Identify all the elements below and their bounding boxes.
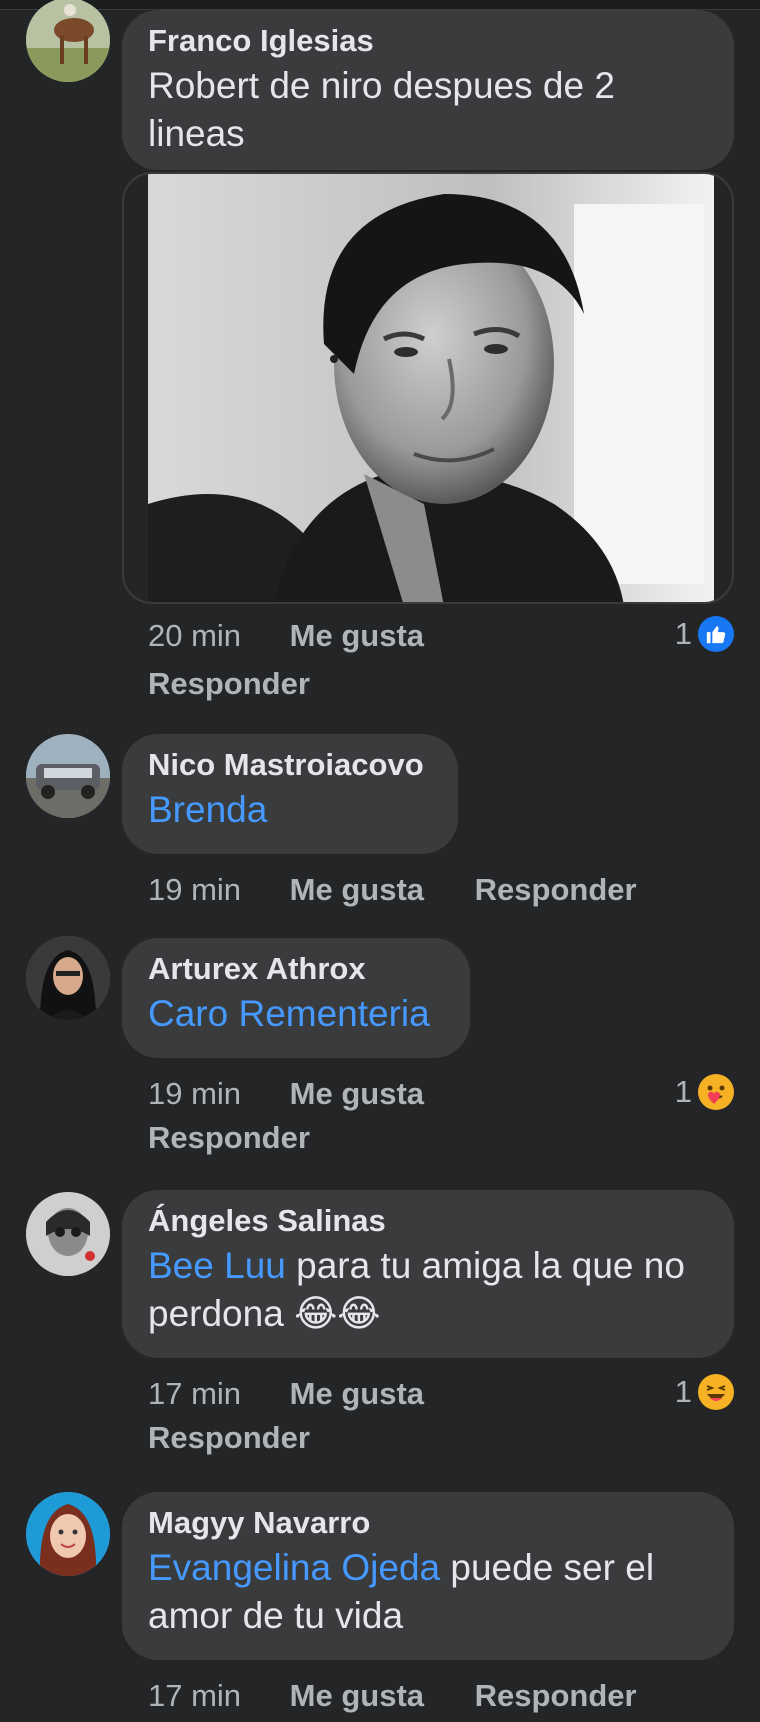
comment-text: Bee Luu para tu amiga la que no perdona … [148, 1242, 708, 1338]
top-divider [0, 0, 760, 10]
avatar-image [26, 1492, 110, 1576]
reaction-summary[interactable]: 1 [675, 1074, 734, 1110]
mention-link[interactable]: Evangelina Ojeda [148, 1547, 440, 1588]
avatar-image [26, 936, 110, 1020]
comment-time[interactable]: 19 min [148, 1072, 241, 1116]
avatar-image [26, 1192, 110, 1276]
reply-button[interactable]: Responder [148, 1116, 310, 1160]
like-button[interactable]: Me gusta [290, 868, 424, 912]
comment-actions: 17 min Me gusta Responder [148, 1674, 637, 1718]
comment-bubble: Nico Mastroiacovo Brenda [122, 734, 458, 854]
comment-actions: 17 min Me gusta Responder [148, 1372, 608, 1460]
avatar-image [26, 734, 110, 818]
avatar-arturex[interactable] [26, 936, 110, 1020]
comment-time[interactable]: 17 min [148, 1674, 241, 1718]
reply-button[interactable]: Responder [148, 1416, 310, 1460]
comment-author[interactable]: Ángeles Salinas [148, 1200, 708, 1242]
care-emoji-icon [698, 1074, 734, 1110]
like-button[interactable]: Me gusta [290, 1372, 424, 1416]
reaction-count: 1 [674, 1074, 692, 1109]
reaction-count: 1 [674, 1374, 692, 1409]
reply-button[interactable]: Responder [148, 662, 310, 706]
like-button[interactable]: Me gusta [290, 614, 424, 658]
comment-author[interactable]: Magyy Navarro [148, 1502, 708, 1544]
reply-button[interactable]: Responder [475, 868, 637, 912]
haha-emoji-icon [698, 1374, 734, 1410]
avatar-magyy[interactable] [26, 1492, 110, 1576]
mention-link[interactable]: Caro Rementeria [148, 990, 444, 1038]
portrait-photo [148, 174, 714, 602]
comment-bubble: Arturex Athrox Caro Rementeria [122, 938, 470, 1058]
avatar-nico[interactable] [26, 734, 110, 818]
comment-bubble: Franco Iglesias Robert de niro despues d… [122, 10, 734, 170]
reaction-summary[interactable]: 1 [675, 616, 734, 652]
comment-author[interactable]: Arturex Athrox [148, 948, 444, 990]
comment-text: Robert de niro despues de 2 lineas [148, 65, 615, 154]
mention-link[interactable]: Bee Luu [148, 1245, 286, 1286]
comment-actions: 19 min Me gusta Responder [148, 1072, 608, 1160]
reaction-count: 1 [674, 616, 692, 651]
comment-actions: 20 min Me gusta Responder [148, 614, 608, 706]
comment-time[interactable]: 17 min [148, 1372, 241, 1416]
mention-link[interactable]: Brenda [148, 786, 432, 834]
comment-author[interactable]: Nico Mastroiacovo [148, 744, 432, 786]
comment-bubble: Magyy Navarro Evangelina Ojeda puede ser… [122, 1492, 734, 1660]
avatar-franco[interactable] [26, 0, 110, 82]
reaction-summary[interactable]: 1 [675, 1374, 734, 1410]
comment-time[interactable]: 19 min [148, 868, 241, 912]
like-button[interactable]: Me gusta [290, 1674, 424, 1718]
like-button[interactable]: Me gusta [290, 1072, 424, 1116]
comment-time[interactable]: 20 min [148, 614, 241, 658]
comment-text: Evangelina Ojeda puede ser el amor de tu… [148, 1544, 708, 1640]
avatar-image [26, 0, 110, 82]
reply-button[interactable]: Responder [475, 1674, 637, 1718]
comment-author[interactable]: Franco Iglesias [148, 20, 708, 62]
comment-actions: 19 min Me gusta Responder [148, 868, 637, 912]
avatar-angeles[interactable] [26, 1192, 110, 1276]
comment-photo[interactable] [122, 172, 734, 604]
comment-bubble: Ángeles Salinas Bee Luu para tu amiga la… [122, 1190, 734, 1358]
like-thumb-icon [698, 616, 734, 652]
